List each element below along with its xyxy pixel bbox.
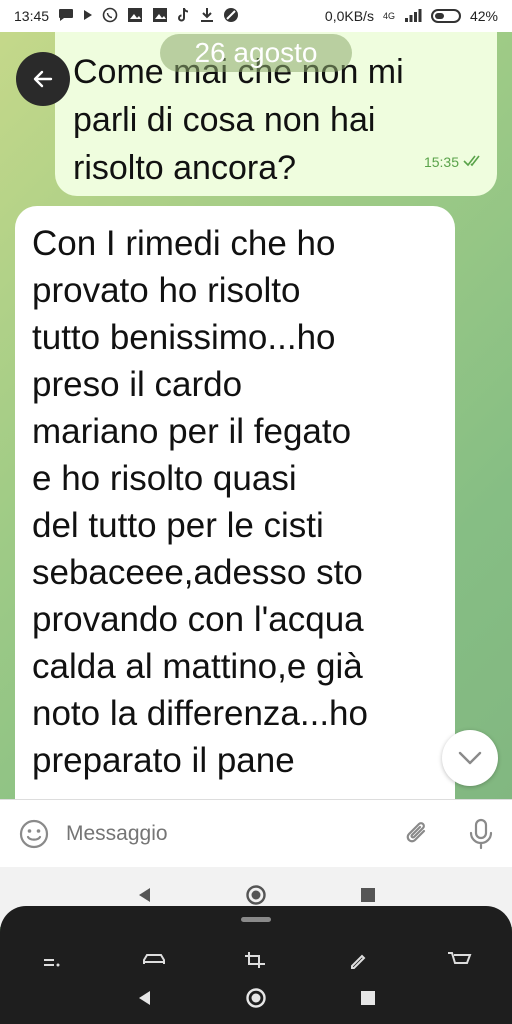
whatsapp-icon — [102, 7, 118, 26]
list-icon[interactable] — [40, 950, 64, 975]
play-icon — [83, 9, 93, 24]
network-speed: 0,0KB/s — [324, 8, 374, 24]
message-line: Con I rimedi che ho — [32, 224, 336, 263]
home-circle-icon[interactable] — [245, 987, 267, 1014]
voice-button[interactable] — [468, 818, 494, 850]
battery-percent: 42% — [469, 8, 498, 24]
incoming-message[interactable]: Con I rimedi che ho provato ho risolto t… — [15, 206, 455, 799]
message-meta: 15:35 — [424, 138, 483, 186]
battery-level — [434, 13, 445, 19]
network-type: 4G — [382, 11, 395, 21]
toolbar-nav — [0, 980, 512, 1020]
message-line: mariano per il fegato — [32, 412, 352, 451]
microphone-icon — [469, 818, 493, 849]
signal-icon — [404, 8, 422, 25]
status-left: 13:45 — [14, 7, 239, 26]
message-line: parli di cosa non hai — [73, 101, 376, 139]
read-checks-icon — [463, 138, 483, 186]
back-triangle-icon[interactable] — [136, 989, 152, 1012]
recents-square-icon[interactable] — [360, 887, 376, 908]
date-label: 26 agosto — [160, 34, 352, 72]
status-right: 0,0KB/s 4G 42% — [325, 8, 498, 25]
message-line: sebaceee,adesso sto — [32, 553, 363, 592]
gallery-icon — [127, 7, 143, 26]
blocked-icon — [223, 7, 239, 26]
message-line: tutto benissimo...ho — [32, 318, 336, 357]
toolbar-icons — [0, 942, 512, 982]
gallery-icon — [152, 7, 168, 26]
tiktok-icon — [177, 7, 191, 26]
message-line: provato ho risolto — [32, 271, 301, 310]
emoji-button[interactable] — [18, 818, 50, 850]
bottom-toolbar — [0, 906, 512, 1024]
cart-icon[interactable] — [446, 950, 472, 975]
message-time: 15:35 — [423, 154, 459, 170]
smiley-icon — [19, 819, 49, 848]
drag-handle[interactable] — [241, 917, 271, 922]
back-button[interactable] — [16, 52, 70, 106]
chevron-down-icon — [458, 751, 482, 765]
message-line: noto la differenza...ho — [32, 694, 368, 733]
message-line: risolto ancora? — [73, 149, 297, 187]
message-line: preparato il pane — [32, 741, 295, 780]
message-line: e ho risolto quasi — [32, 459, 297, 498]
message-line: del tutto per le cisti — [32, 506, 324, 545]
arrow-left-icon — [33, 70, 53, 88]
paperclip-icon — [406, 821, 426, 842]
download-icon — [200, 7, 214, 26]
attach-button[interactable] — [402, 819, 432, 849]
chat-bubble-icon — [58, 8, 74, 25]
message-line: preso il cardo — [32, 365, 243, 404]
message-input[interactable] — [66, 821, 402, 846]
status-bar: 13:45 0,0KB/s 4G 42% — [0, 0, 512, 32]
status-time: 13:45 — [14, 8, 50, 24]
scroll-down-button[interactable] — [442, 730, 498, 786]
message-line: calda al mattino,e già — [32, 647, 363, 686]
crop-icon[interactable] — [243, 950, 269, 975]
recents-square-icon[interactable] — [360, 990, 376, 1011]
car-icon[interactable] — [141, 950, 167, 975]
message-line: provando con l'acqua — [32, 600, 364, 639]
battery-icon — [430, 9, 461, 23]
pen-icon[interactable] — [346, 950, 370, 975]
message-input-bar — [0, 799, 512, 867]
chat-area[interactable]: Come mai che non mi parli di cosa non ha… — [0, 32, 512, 799]
